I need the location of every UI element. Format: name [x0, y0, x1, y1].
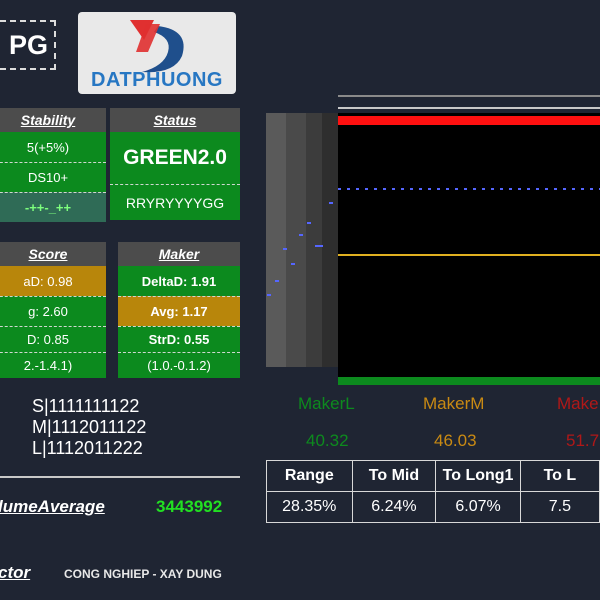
- stability-panel: Stability 5(+5%) DS10+ -++-_++: [0, 108, 106, 222]
- maker-h-value: 51.7: [566, 431, 600, 450]
- chart-band-4: [322, 113, 338, 367]
- maker-l-label: MakerL: [298, 394, 355, 413]
- score-row: D: 0.85: [0, 326, 106, 352]
- chart-red-line: [338, 116, 600, 125]
- chart-point: [329, 202, 333, 204]
- chart-point: [283, 248, 287, 250]
- stability-title: Stability: [0, 108, 106, 132]
- chart-green-line: [338, 377, 600, 385]
- score-row: 2.-1.4.1): [0, 352, 106, 378]
- chart-band-3: [306, 113, 322, 367]
- maker-title: Maker: [118, 242, 240, 266]
- sequence-m: M|1112011122: [32, 417, 147, 437]
- status-panel: Status GREEN2.0 RRYRYYYYGG: [110, 108, 240, 220]
- score-title: Score: [0, 242, 106, 266]
- ticker-box: PG: [0, 20, 56, 70]
- chart-point: [267, 294, 271, 296]
- chart-plot-area: [338, 113, 600, 385]
- chart-point: [315, 245, 323, 247]
- score-panel: Score aD: 0.98 g: 2.60 D: 0.85 2.-1.4.1): [0, 242, 106, 378]
- stats-table: Range To Mid To Long1 To L 28.35% 6.24% …: [266, 460, 600, 523]
- status-main: GREEN2.0: [110, 132, 240, 184]
- logo-text: DATPHUONG: [91, 69, 223, 91]
- stats-header-cell: Range: [266, 460, 353, 492]
- stability-row: DS10+: [0, 162, 106, 192]
- volume-value: 3443992: [156, 497, 223, 516]
- score-row: g: 2.60: [0, 296, 106, 326]
- chart-point: [291, 263, 295, 265]
- divider: [0, 476, 240, 478]
- stability-row: -++-_++: [0, 192, 106, 222]
- volume-label: lumeAverage: [0, 497, 105, 516]
- stats-header-cell: To Mid: [351, 460, 437, 492]
- stats-value-row: 28.35% 6.24% 6.07% 7.5: [266, 491, 600, 523]
- sequence-s: S|1111111122: [32, 396, 140, 416]
- company-logo: DATPHUONG: [78, 12, 236, 94]
- chart-point: [299, 234, 303, 236]
- stats-header-cell: To L: [519, 460, 600, 492]
- sector-label: ctor: [0, 563, 31, 582]
- stats-value-cell: 6.07%: [435, 491, 521, 523]
- stats-header-cell: To Long1: [435, 460, 521, 492]
- stats-value-cell: 28.35%: [266, 491, 353, 523]
- stats-header-row: Range To Mid To Long1 To L: [266, 460, 600, 492]
- maker-m-label: MakerM: [423, 394, 485, 413]
- stats-value-cell: 7.5: [519, 491, 600, 523]
- chart-top-line: [338, 95, 600, 97]
- chart-band-2: [286, 113, 306, 367]
- maker-row: (1.0.-0.1.2): [118, 352, 240, 378]
- ticker-symbol: PG: [8, 29, 48, 60]
- maker-l-value: 40.32: [306, 431, 349, 450]
- maker-m-value: 46.03: [434, 431, 477, 450]
- maker-h-label: Make: [557, 394, 599, 413]
- maker-row: DeltaD: 1.91: [118, 266, 240, 296]
- chart-point: [275, 280, 279, 282]
- maker-range-chart: [266, 95, 600, 385]
- status-title: Status: [110, 108, 240, 132]
- chart-top-line-2: [338, 107, 600, 109]
- maker-row: StrD: 0.55: [118, 326, 240, 352]
- chart-band-1: [266, 113, 286, 367]
- sequence-l: L|1112011222: [32, 438, 143, 458]
- maker-row: Avg: 1.17: [118, 296, 240, 326]
- status-sub: RRYRYYYYGG: [110, 184, 240, 220]
- stats-value-cell: 6.24%: [351, 491, 437, 523]
- maker-panel: Maker DeltaD: 1.91 Avg: 1.17 StrD: 0.55 …: [118, 242, 240, 378]
- score-row: aD: 0.98: [0, 266, 106, 296]
- sector-value: CONG NGHIEP - XAY DUNG: [64, 567, 222, 581]
- chart-point: [307, 222, 311, 224]
- stability-row: 5(+5%): [0, 132, 106, 162]
